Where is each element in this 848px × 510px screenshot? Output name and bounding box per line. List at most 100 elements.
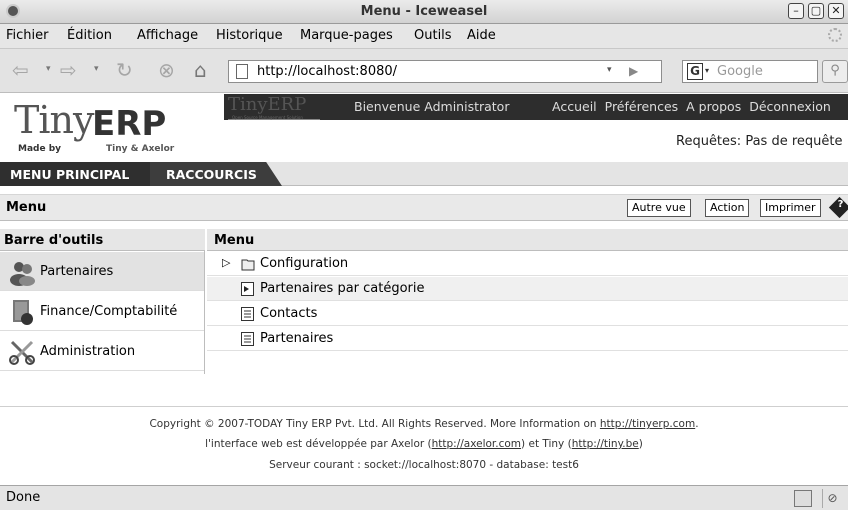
mini-logo-text: TinyERP [228,94,307,115]
window-title: Menu - Iceweasel [360,4,488,19]
search-engine-dropdown-icon[interactable]: ▾ [705,66,709,75]
menu-affichage[interactable]: Affichage [137,28,198,43]
requests-label: Requêtes: [676,134,742,149]
minimize-icon[interactable]: – [788,3,804,19]
link-deconnexion[interactable]: Déconnexion [749,99,831,114]
status-bar: Done ⊘ [0,485,848,510]
logo-erp: ERP [92,104,167,144]
action-icon [241,282,254,296]
folder-icon [241,259,255,271]
link-accueil[interactable]: Accueil [552,99,597,114]
footer-text: Copyright © 2007-TODAY Tiny ERP Pvt. Ltd… [149,418,600,430]
url-bar[interactable]: http://localhost:8080/ ▾ ▶ [228,60,662,83]
sidebar: Barre d'outils Partenaires Finance/Compt… [0,229,205,374]
tinyerp-link[interactable]: http://tinyerp.com [600,418,695,430]
maximize-icon[interactable]: ▢ [808,3,824,19]
sidebar-item-label: Finance/Comptabilité [40,304,178,319]
erp-header: Tiny ERP Made by Tiny & Axelor Bienvenue… [0,94,848,162]
sidebar-header: Barre d'outils [0,229,205,251]
link-a-propos[interactable]: A propos [686,99,741,114]
menu-outils[interactable]: Outils [414,28,452,43]
tree-row-partenaires-par-categorie[interactable]: Partenaires par catégorie [207,277,848,301]
security-icon[interactable]: ⊘ [822,489,842,508]
window-titlebar: Menu - Iceweasel – ▢ ✕ [0,0,848,24]
expand-arrow-icon[interactable]: ▷ [222,256,230,269]
tree-row-label: Partenaires par catégorie [260,281,425,296]
footer-server: Serveur courant : socket://localhost:807… [269,459,579,471]
requests-value[interactable]: Pas de requête [745,134,842,149]
page-title: Menu [6,200,47,215]
mini-logo: TinyERP Open Source Management Solution [228,94,320,120]
search-input[interactable]: Google [717,64,763,79]
sidebar-toggle-icon[interactable] [794,490,812,507]
back-dropdown-icon[interactable]: ▾ [46,64,51,74]
sidebar-item-finance[interactable]: Finance/Comptabilité [0,292,204,331]
url-dropdown-icon[interactable]: ▾ [607,65,612,75]
axelor-link[interactable]: http://axelor.com [432,438,521,450]
tab-raccourcis[interactable]: RACCOURCIS [150,162,282,186]
search-icon[interactable]: ⚲ [822,60,848,83]
stop-icon[interactable]: ⊗ [158,59,175,81]
menu-tree: Menu ▷ Configuration Partenaires par cat… [207,229,848,354]
sidebar-item-label: Partenaires [40,264,114,279]
footer-text: l'interface web est développée par Axelo… [205,438,432,450]
logo-tiny: Tiny [14,98,94,142]
menu-aide[interactable]: Aide [467,28,496,43]
back-icon[interactable]: ⇦ [12,59,29,81]
action-button[interactable]: Action [705,199,750,217]
tab-menu-principal[interactable]: MENU PRINCIPAL [0,162,162,186]
forward-dropdown-icon[interactable]: ▾ [94,64,99,74]
top-links: Accueil Préférences A propos Déconnexion [552,99,835,114]
page-header: Menu Autre vue Action Imprimer ? [0,194,848,221]
close-icon[interactable]: ✕ [828,3,844,19]
search-engine-icon[interactable]: G [687,63,703,80]
footer-credits: l'interface web est développée par Axelo… [0,438,848,450]
forward-icon[interactable]: ⇨ [60,59,77,81]
navigation-toolbar: ⇦ ▾ ⇨ ▾ ↻ ⊗ ⌂ http://localhost:8080/ ▾ ▶… [0,49,848,93]
status-text: Done [6,490,41,505]
link-preferences[interactable]: Préférences [605,99,679,114]
autre-vue-button[interactable]: Autre vue [627,199,691,217]
administration-icon [9,340,35,365]
tree-row-contacts[interactable]: Contacts [207,302,848,326]
main-tab-bar: MENU PRINCIPAL RACCOURCIS [0,162,848,186]
document-icon [241,332,254,346]
sidebar-item-partenaires[interactable]: Partenaires [0,252,204,291]
sidebar-item-administration[interactable]: Administration [0,332,204,371]
tree-row-label: Contacts [260,306,318,321]
mini-logo-sub: Open Source Management Solution [232,115,303,120]
tree-row-configuration[interactable]: ▷ Configuration [207,252,848,276]
home-icon[interactable]: ⌂ [194,59,207,81]
help-icon[interactable]: ? [828,196,848,219]
footer-text: ) [638,438,643,450]
tiny-erp-logo[interactable]: Tiny ERP Made by Tiny & Axelor [8,98,208,156]
menu-fichier[interactable]: Fichier [6,28,49,43]
tiny-link[interactable]: http://tiny.be [572,438,639,450]
tree-row-label: Partenaires [260,331,334,346]
footer-text: . [695,418,699,430]
logo-made-by: Made by [18,144,62,154]
menu-historique[interactable]: Historique [216,28,283,43]
footer-copyright: Copyright © 2007-TODAY Tiny ERP Pvt. Ltd… [0,418,848,430]
go-icon[interactable]: ▶ [629,64,638,78]
imprimer-button[interactable]: Imprimer [760,199,821,217]
document-icon [241,307,254,321]
menubar: Fichier Édition Affichage Historique Mar… [0,24,848,49]
requests-info: Requêtes: Pas de requête [676,134,842,149]
menu-edition[interactable]: Édition [67,28,112,43]
partners-icon [10,262,35,286]
tree-row-partenaires[interactable]: Partenaires [207,327,848,351]
page-icon [236,64,248,79]
finance-icon [13,300,33,325]
footer-text: ) et Tiny ( [521,438,572,450]
welcome-text: Bienvenue Administrator [354,99,510,114]
throbber-icon [828,28,842,42]
menu-marque-pages[interactable]: Marque-pages [300,28,393,43]
sidebar-item-label: Administration [40,344,136,359]
reload-icon[interactable]: ↻ [116,59,133,81]
search-box[interactable]: G ▾ Google [682,60,818,83]
tree-row-label: Configuration [260,256,349,271]
url-text[interactable]: http://localhost:8080/ [257,64,397,79]
footer-divider [0,406,848,407]
logo-makers: Tiny & Axelor [106,144,175,154]
